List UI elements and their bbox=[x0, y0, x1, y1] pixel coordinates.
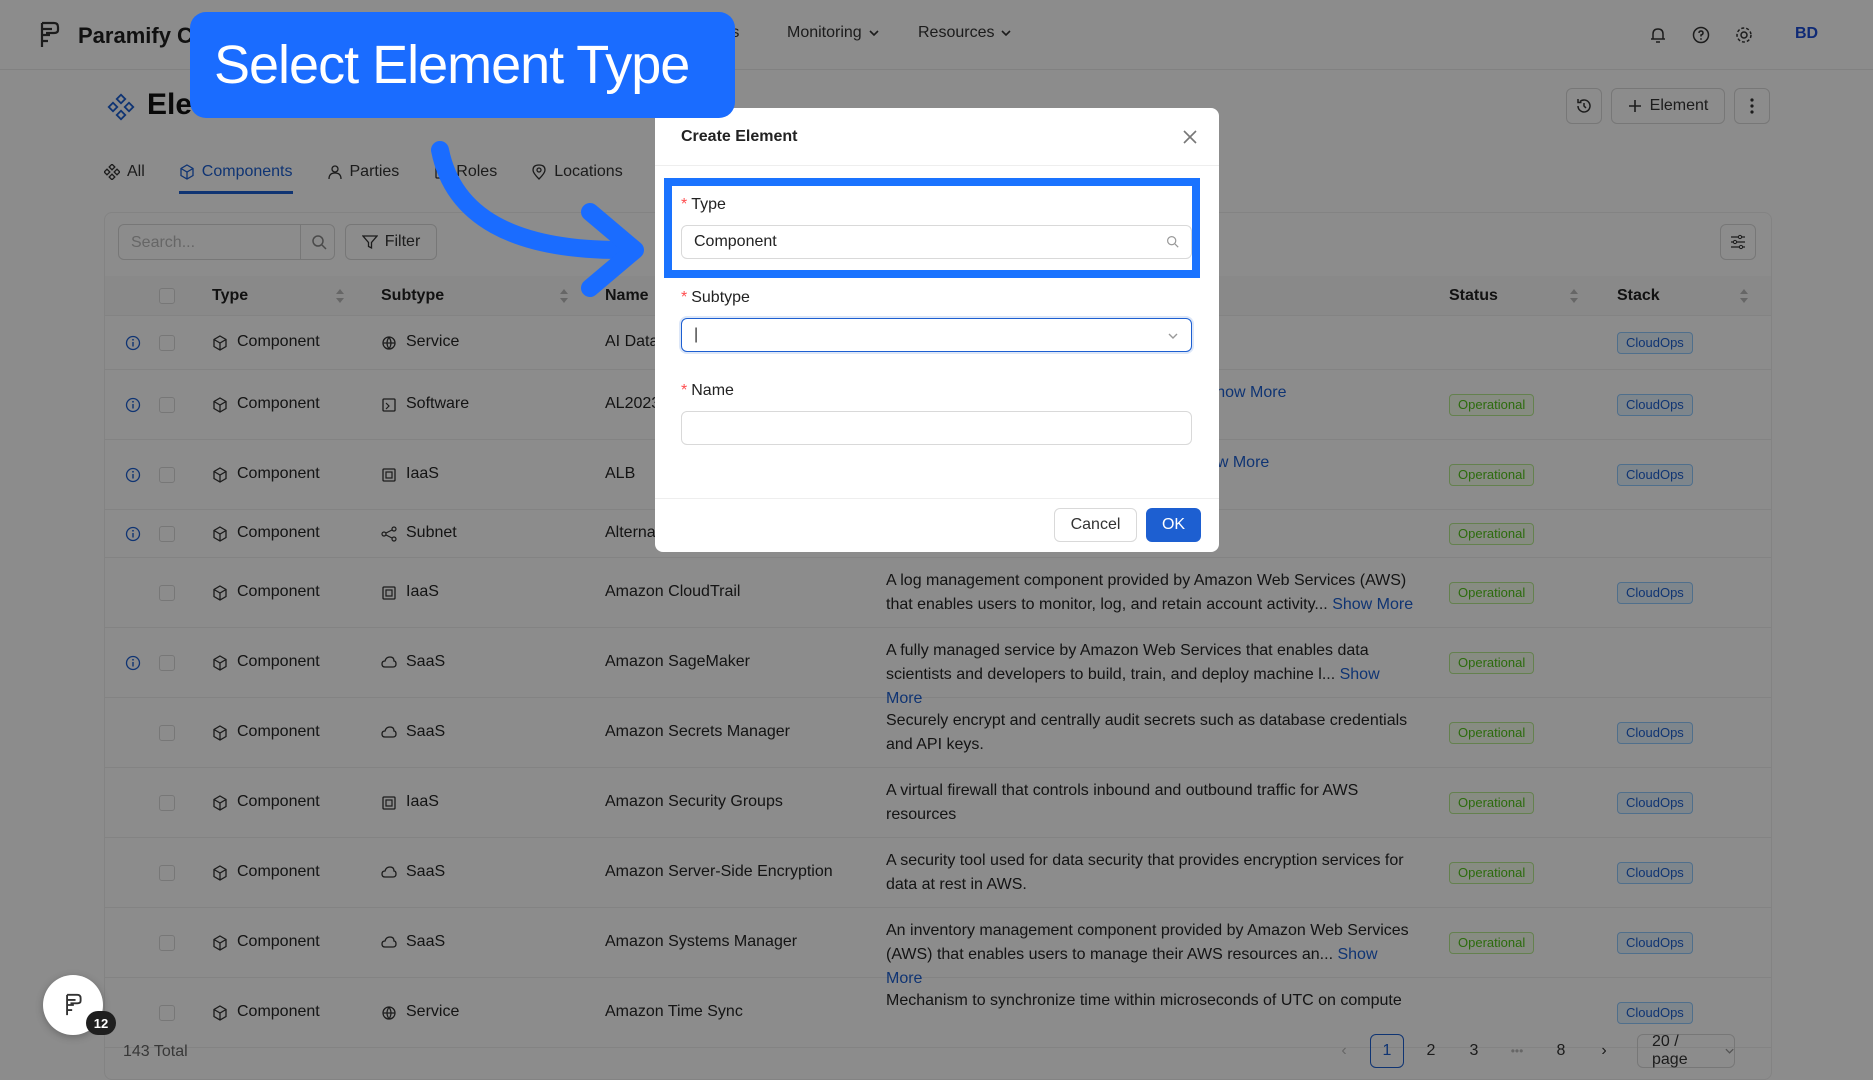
paramify-logo-icon bbox=[66, 993, 82, 1016]
modal-title: Create Element bbox=[681, 128, 798, 145]
tutorial-callout: Select Element Type bbox=[190, 12, 735, 118]
subtype-select[interactable]: | bbox=[681, 318, 1192, 352]
chevron-down-icon bbox=[1168, 333, 1178, 339]
ok-button[interactable]: OK bbox=[1146, 508, 1201, 542]
cancel-button[interactable]: Cancel bbox=[1054, 508, 1137, 542]
subtype-value: | bbox=[694, 326, 699, 343]
close-icon[interactable] bbox=[1180, 127, 1200, 147]
subtype-label-text: Subtype bbox=[691, 289, 750, 306]
name-input[interactable] bbox=[681, 411, 1192, 445]
create-element-modal: Create Element * Type Component * Subtype … bbox=[655, 108, 1219, 552]
subtype-label: * Subtype bbox=[681, 289, 750, 306]
divider bbox=[655, 165, 1219, 166]
notification-badge: 12 bbox=[86, 1011, 116, 1035]
name-label: * Name bbox=[681, 382, 734, 399]
name-label-text: Name bbox=[691, 382, 734, 399]
pointer-arrow-icon bbox=[431, 141, 644, 297]
type-field-highlight bbox=[664, 178, 1200, 278]
divider bbox=[655, 498, 1219, 499]
